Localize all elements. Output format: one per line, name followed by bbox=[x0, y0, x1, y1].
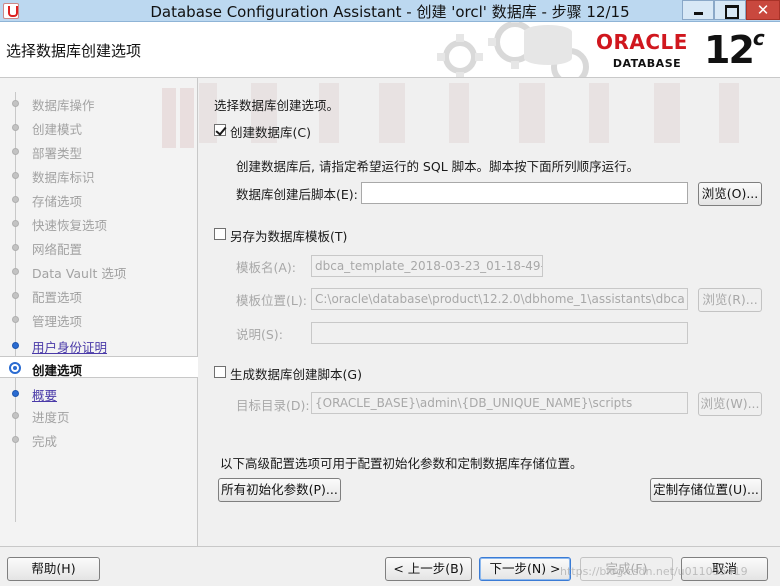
oracle-wordmark: ORACLE bbox=[596, 30, 688, 54]
version-suffix: c bbox=[752, 26, 765, 51]
sidebar-step-15: 完成 bbox=[0, 428, 198, 450]
sidebar-step-5: 存储选项 bbox=[0, 188, 198, 210]
template-location-input[interactable]: C:\oracle\database\product\12.2.0\dbhome… bbox=[311, 288, 688, 310]
dest-dir-input[interactable]: {ORACLE_BASE}\admin\{DB_UNIQUE_NAME}\scr… bbox=[311, 392, 688, 414]
step-marker-icon bbox=[9, 362, 21, 374]
init-params-button[interactable]: 所有初始化参数(P)... bbox=[218, 478, 341, 502]
gears-decoration-icon bbox=[437, 22, 589, 77]
step-label: 网络配置 bbox=[32, 242, 83, 257]
template-location-label: 模板位置(L): bbox=[236, 293, 307, 308]
dest-dir-label: 目标目录(D): bbox=[236, 398, 310, 413]
step-label: 快速恢复选项 bbox=[32, 218, 108, 233]
oracle-logo: ORACLE DATABASE bbox=[596, 30, 698, 72]
step-marker-icon bbox=[12, 196, 19, 203]
sidebar-step-12: 创建选项 bbox=[0, 356, 198, 378]
step-marker-icon bbox=[12, 220, 19, 227]
sidebar-step-11[interactable]: 用户身份证明 bbox=[0, 334, 198, 356]
sidebar-step-2: 创建模式 bbox=[0, 116, 198, 138]
close-icon: ✕ bbox=[756, 1, 770, 19]
step-marker-icon bbox=[12, 124, 19, 131]
create-db-description: 创建数据库后, 请指定希望运行的 SQL 脚本。脚本按下面所列顺序运行。 bbox=[236, 159, 640, 174]
back-button[interactable]: < 上一步(B) bbox=[385, 557, 472, 581]
post-script-label: 数据库创建后脚本(E): bbox=[236, 187, 358, 202]
step-label: 管理选项 bbox=[32, 314, 83, 329]
step-label: 创建选项 bbox=[32, 363, 83, 378]
step-label: 部署类型 bbox=[32, 146, 83, 161]
next-button[interactable]: 下一步(N) > bbox=[479, 557, 571, 581]
oracle-database-label: DATABASE bbox=[612, 57, 682, 70]
template-name-label: 模板名(A): bbox=[236, 260, 297, 275]
step-label: 用户身份证明 bbox=[32, 340, 108, 355]
close-button[interactable]: ✕ bbox=[746, 0, 780, 20]
step-label: 存储选项 bbox=[32, 194, 83, 209]
window-title: Database Configuration Assistant - 创建 'o… bbox=[150, 3, 630, 21]
intro-text: 选择数据库创建选项。 bbox=[214, 98, 340, 113]
step-marker-icon bbox=[12, 390, 19, 397]
template-desc-input[interactable] bbox=[311, 322, 688, 344]
page-title: 选择数据库创建选项 bbox=[6, 42, 142, 60]
step-marker-icon bbox=[12, 244, 19, 251]
post-script-input[interactable] bbox=[361, 182, 688, 204]
header-banner: 选择数据库创建选项 ORACLE DATABASE 12c bbox=[0, 22, 780, 78]
browse-template-button[interactable]: 浏览(R)... bbox=[698, 288, 762, 312]
browse-script-button[interactable]: 浏览(O)... bbox=[698, 182, 762, 206]
step-label: Data Vault 选项 bbox=[32, 266, 127, 281]
save-template-checkbox[interactable] bbox=[214, 228, 226, 240]
step-label: 概要 bbox=[32, 388, 58, 403]
step-label: 进度页 bbox=[32, 410, 70, 425]
main-content: 选择数据库创建选项。 创建数据库(C) 创建数据库后, 请指定希望运行的 SQL… bbox=[199, 78, 780, 546]
maximize-button[interactable] bbox=[714, 0, 746, 20]
sidebar-step-7: 网络配置 bbox=[0, 236, 198, 258]
sidebar-step-8: Data Vault 选项 bbox=[0, 260, 198, 282]
step-marker-icon bbox=[12, 268, 19, 275]
save-template-label[interactable]: 另存为数据库模板(T) bbox=[230, 226, 347, 245]
step-marker-icon bbox=[12, 412, 19, 419]
create-db-label[interactable]: 创建数据库(C) bbox=[230, 122, 311, 141]
template-desc-label: 说明(S): bbox=[236, 327, 283, 342]
sidebar-step-13[interactable]: 概要 bbox=[0, 382, 198, 404]
sidebar-step-3: 部署类型 bbox=[0, 140, 198, 162]
sidebar-step-10: 管理选项 bbox=[0, 308, 198, 330]
step-label: 配置选项 bbox=[32, 290, 83, 305]
watermark-text: https://blog.csdn.net/u011055419 bbox=[560, 565, 748, 578]
step-marker-icon bbox=[12, 100, 19, 107]
custom-storage-button[interactable]: 定制存储位置(U)... bbox=[650, 478, 762, 502]
step-label: 数据库标识 bbox=[32, 170, 95, 185]
sidebar-step-14: 进度页 bbox=[0, 404, 198, 426]
wizard-steps-sidebar: 数据库操作创建模式部署类型数据库标识存储选项快速恢复选项 网络配置 Data Vau… bbox=[0, 78, 198, 546]
create-db-checkbox[interactable] bbox=[214, 124, 226, 136]
footer-bar: 帮助(H) < 上一步(B) 下一步(N) > 完成(F) 取消 https:/… bbox=[0, 546, 780, 586]
gen-scripts-checkbox[interactable] bbox=[214, 366, 226, 378]
step-label: 数据库操作 bbox=[32, 98, 95, 113]
gen-scripts-label[interactable]: 生成数据库创建脚本(G) bbox=[230, 364, 362, 383]
step-marker-icon bbox=[12, 436, 19, 443]
version-number: 12 bbox=[704, 28, 755, 72]
title-bar: Database Configuration Assistant - 创建 'o… bbox=[0, 0, 780, 22]
sidebar-step-6: 快速恢复选项 bbox=[0, 212, 198, 234]
browse-dest-button[interactable]: 浏览(W)... bbox=[698, 392, 762, 416]
minimize-button[interactable] bbox=[682, 0, 714, 20]
step-marker-icon bbox=[12, 292, 19, 299]
help-button[interactable]: 帮助(H) bbox=[7, 557, 100, 581]
advanced-note: 以下高级配置选项可用于配置初始化参数和定制数据库存储位置。 bbox=[220, 456, 583, 471]
version-logo: 12c bbox=[704, 26, 765, 72]
step-marker-icon bbox=[12, 172, 19, 179]
sidebar-step-4: 数据库标识 bbox=[0, 164, 198, 186]
step-label: 完成 bbox=[32, 434, 58, 449]
step-label: 创建模式 bbox=[32, 122, 83, 137]
step-marker-icon bbox=[12, 316, 19, 323]
template-name-input[interactable]: dbca_template_2018-03-23_01-18-49-PM bbox=[311, 255, 543, 277]
sidebar-step-1: 数据库操作 bbox=[0, 92, 198, 114]
step-marker-icon bbox=[12, 342, 19, 349]
step-marker-icon bbox=[12, 148, 19, 155]
sidebar-step-9: 配置选项 bbox=[0, 284, 198, 306]
